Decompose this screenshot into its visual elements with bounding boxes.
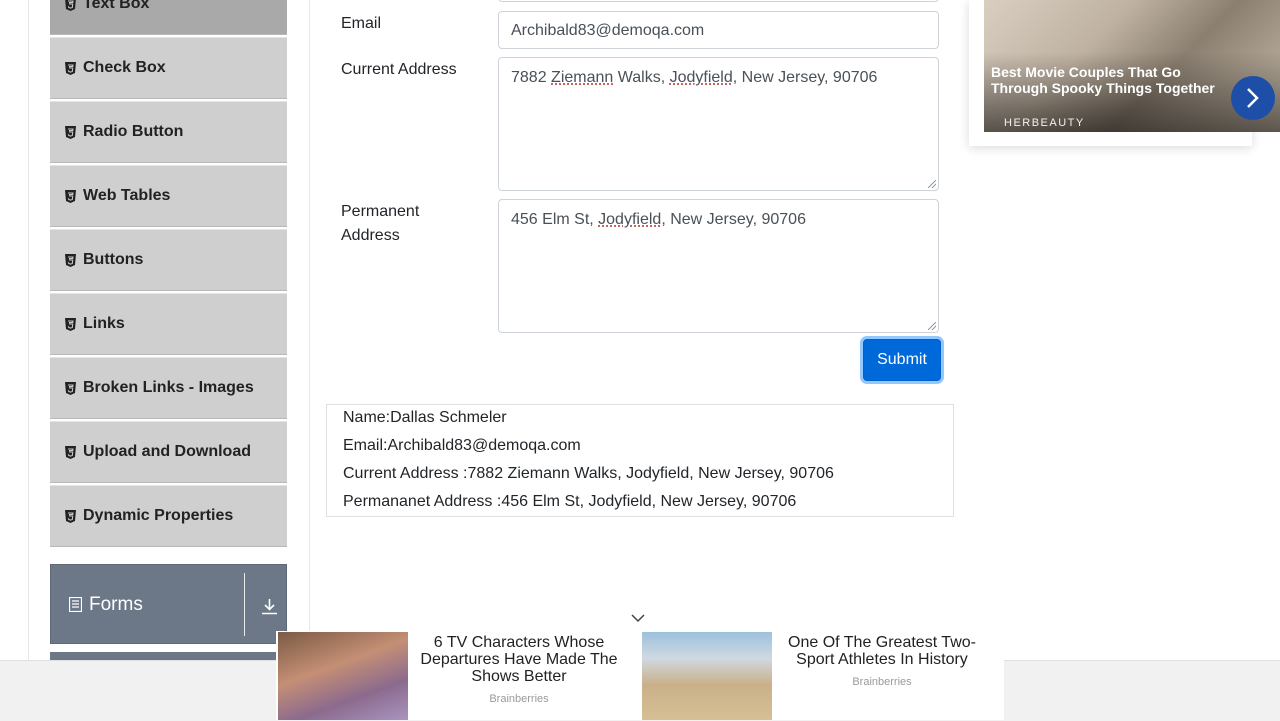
output-current-address: Current Address :7882 Ziemann Walks, Jod… [343, 465, 834, 482]
sidebar-item-label: Buttons [83, 251, 144, 268]
sidebar-item-label: Links [83, 315, 125, 332]
email-label: Email [341, 15, 382, 32]
sidebar-item-buttons[interactable]: Buttons [50, 229, 287, 291]
output-permanent-address: Permananet Address :456 Elm St, Jodyfiel… [343, 493, 797, 510]
ad-brand: HERBEAUTY [1004, 117, 1085, 129]
permanent-address-label: Permanent Address [341, 200, 419, 248]
permanent-address-text: Jodyfield [598, 211, 662, 228]
html5-icon [65, 382, 76, 395]
sidebar-group-label: Forms [89, 594, 143, 615]
sidebar-group-next[interactable] [50, 652, 276, 660]
permanent-address-label-line: Permanent [341, 203, 420, 220]
bottom-ad-source: Brainberries [852, 676, 912, 688]
sidebar-item-label: Dynamic Properties [83, 507, 234, 524]
output-email: Email:Archibald83@demoqa.com [343, 437, 581, 454]
html5-icon [65, 510, 76, 523]
current-address-text: Jodyfield [669, 69, 733, 86]
ad-title[interactable]: Best Movie Couples That Go Through Spook… [991, 64, 1231, 96]
html5-icon [65, 254, 76, 267]
current-address-textarea[interactable]: 7882 Ziemann Walks, Jodyfield, New Jerse… [498, 57, 939, 191]
bottom-ad-title[interactable]: 6 TV Characters Whose Departures Have Ma… [408, 634, 630, 685]
resize-handle[interactable] [928, 180, 936, 188]
sidebar-item-label: Broken Links - Images [83, 379, 254, 396]
output-panel: Name:Dallas Schmeler Email:Archibald83@d… [326, 404, 954, 517]
chevron-down-icon[interactable] [630, 612, 646, 624]
html5-icon [65, 318, 76, 331]
sidebar-item-label: Text Box [83, 0, 150, 12]
chevron-right-icon [1247, 88, 1259, 108]
sidebar-item-radio-button[interactable]: Radio Button [50, 101, 287, 163]
group-separator [244, 573, 245, 636]
sidebar-item-dynamic-properties[interactable]: Dynamic Properties [50, 485, 287, 547]
html5-icon [65, 62, 76, 75]
sidebar-item-check-box[interactable]: Check Box [50, 37, 287, 99]
permanent-address-textarea[interactable]: 456 Elm St, Jodyfield, New Jersey, 90706 [498, 199, 939, 333]
document-icon [69, 597, 82, 612]
current-address-text: Walks, [613, 69, 670, 86]
sidebar-item-label: Upload and Download [83, 443, 251, 460]
sidebar-item-broken-links-images[interactable]: Broken Links - Images [50, 357, 287, 419]
resize-handle[interactable] [928, 322, 936, 330]
bottom-ad-source: Brainberries [489, 693, 549, 705]
current-address-label: Current Address [341, 61, 457, 78]
ad-next-button[interactable] [1231, 76, 1275, 120]
html5-icon [65, 446, 76, 459]
permanent-address-text: , New Jersey, 90706 [661, 211, 806, 228]
current-address-text: , New Jersey, 90706 [732, 69, 878, 86]
sidebar-item-label: Check Box [83, 59, 166, 76]
sidebar-divider [309, 0, 310, 720]
ad-thumbnail[interactable] [278, 632, 408, 720]
html5-icon [65, 0, 76, 11]
html5-icon [65, 190, 76, 203]
download-arrow-icon[interactable] [261, 598, 278, 615]
email-input[interactable]: Archibald83@demoqa.com [498, 11, 939, 49]
left-divider [28, 0, 29, 720]
sidebar-item-label: Radio Button [83, 123, 184, 140]
sidebar-item-web-tables[interactable]: Web Tables [50, 165, 287, 227]
sidebar-group-forms[interactable]: Forms [50, 564, 287, 644]
sidebar-item-upload-and-download[interactable]: Upload and Download [50, 421, 287, 483]
submit-button[interactable]: Submit [863, 339, 941, 381]
permanent-address-text: 456 Elm St, [511, 211, 599, 228]
sidebar-item-label: Web Tables [83, 187, 171, 204]
ad-thumbnail[interactable] [642, 632, 772, 720]
html5-icon [65, 126, 76, 139]
sidebar-item-text-box[interactable]: Text Box [50, 0, 287, 35]
permanent-address-label-line: Address [341, 227, 400, 244]
bottom-ad-title[interactable]: One Of The Greatest Two-Sport Athletes I… [772, 634, 992, 668]
current-address-text: Ziemann [551, 69, 614, 86]
full-name-input-edge[interactable] [498, 0, 939, 2]
current-address-text: 7882 [511, 69, 552, 86]
sidebar-item-links[interactable]: Links [50, 293, 287, 355]
output-name: Name:Dallas Schmeler [343, 409, 507, 426]
